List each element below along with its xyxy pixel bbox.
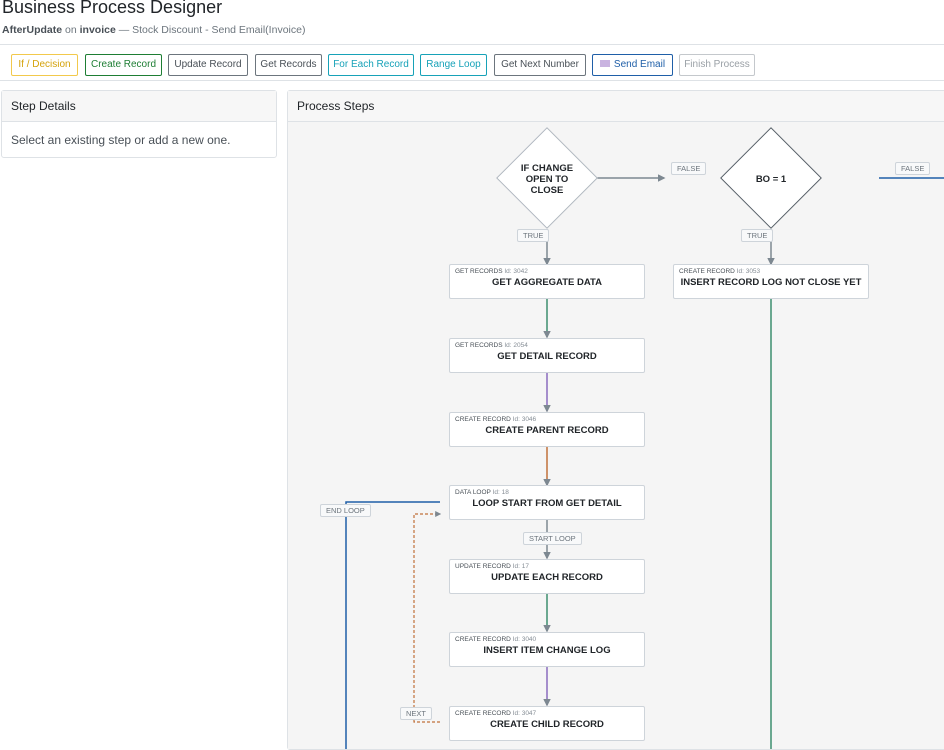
step-get-aggregate-data[interactable]: GET RECORDS Id: 3042 GET AGGREGATE DATA [449,264,645,299]
start-loop-label: START LOOP [523,532,582,545]
step-details-panel: Step Details Select an existing step or … [1,90,277,158]
step-type: CREATE RECORD [455,710,511,717]
step-name: GET AGGREGATE DATA [492,277,602,288]
finish-process-button[interactable]: Finish Process [679,54,755,76]
decision-if-change-label: IF CHANGE OPEN TO CLOSE [520,163,574,196]
update-record-button[interactable]: Update Record [168,54,248,76]
process-steps-title: Process Steps [288,91,944,122]
step-id: Id: 17 [512,563,529,570]
next-loop-connector [413,511,442,723]
true-label: TRUE [517,229,550,242]
step-insert-record-log-not-close-yet[interactable]: CREATE RECORD Id: 3053 INSERT RECORD LOG… [673,264,869,299]
create-record-button[interactable]: Create Record [85,54,162,76]
step-type: GET RECORDS [455,268,503,275]
process-name: — Stock Discount - Send Email(Invoice) [115,24,306,36]
step-id: Id: 3040 [512,636,537,643]
step-id: Id: 2054 [504,342,528,349]
get-records-button[interactable]: Get Records [255,54,322,76]
step-toolbar: If / Decision Create Record Update Recor… [0,44,944,81]
on-word: on [62,24,80,36]
step-type: GET RECORDS [455,342,503,349]
step-name: CREATE CHILD RECORD [490,719,604,730]
if-decision-button[interactable]: If / Decision [11,54,78,76]
false-label: FALSE [671,162,707,175]
next-label: NEXT [400,707,433,720]
step-id: Id: 3053 [736,268,761,275]
step-id: Id: 3047 [512,710,537,717]
step-create-child-record[interactable]: CREATE RECORD Id: 3047 CREATE CHILD RECO… [449,706,645,741]
step-name: LOOP START FROM GET DETAIL [472,498,622,509]
step-update-each-record[interactable]: UPDATE RECORD Id: 17 UPDATE EACH RECORD [449,559,645,594]
step-insert-item-change-log[interactable]: CREATE RECORD Id: 3040 INSERT ITEM CHANG… [449,632,645,667]
for-each-record-button[interactable]: For Each Record [328,54,414,76]
send-email-label: Send Email [613,59,666,70]
step-type: CREATE RECORD [455,416,511,423]
step-id: Id: 18 [492,489,509,496]
step-get-detail-record[interactable]: GET RECORDS Id: 2054 GET DETAIL RECORD [449,338,645,373]
step-details-title: Step Details [2,91,276,122]
step-type: UPDATE RECORD [455,563,511,570]
process-subtitle: AfterUpdate on invoice — Stock Discount … [2,24,305,36]
get-next-number-button[interactable]: Get Next Number [494,54,586,76]
end-loop-label: END LOOP [320,504,371,517]
step-name: CREATE PARENT RECORD [485,425,609,436]
step-name: GET DETAIL RECORD [497,351,597,362]
step-name: UPDATE EACH RECORD [491,572,603,583]
step-type: CREATE RECORD [679,268,735,275]
step-details-message: Select an existing step or add a new one… [11,133,231,147]
range-loop-button[interactable]: Range Loop [420,54,487,76]
process-steps-panel: Process Steps IF CHANGE OPEN TO CLOSE BO… [287,90,944,750]
step-type: DATA LOOP [455,489,491,496]
step-type: CREATE RECORD [455,636,511,643]
step-name: INSERT ITEM CHANGE LOG [483,645,611,656]
bo-true-label: TRUE [741,229,774,242]
step-name: INSERT RECORD LOG NOT CLOSE YET [680,277,862,288]
step-id: Id: 3042 [504,268,528,275]
step-id: Id: 3046 [512,416,537,423]
process-canvas: IF CHANGE OPEN TO CLOSE BO = 1 TRUE FALS… [288,122,944,749]
table-name: invoice [79,24,116,36]
send-email-button[interactable]: Send Email [592,54,673,76]
bo-false-label: FALSE [895,162,931,175]
envelope-icon [599,59,610,67]
decision-bo-label: BO = 1 [755,174,787,185]
trigger-event: AfterUpdate [2,24,63,36]
step-loop-start-from-get-detail[interactable]: DATA LOOP Id: 18 LOOP START FROM GET DET… [449,485,645,520]
step-create-parent-record[interactable]: CREATE RECORD Id: 3046 CREATE PARENT REC… [449,412,645,447]
page-title: Business Process Designer [2,0,223,17]
